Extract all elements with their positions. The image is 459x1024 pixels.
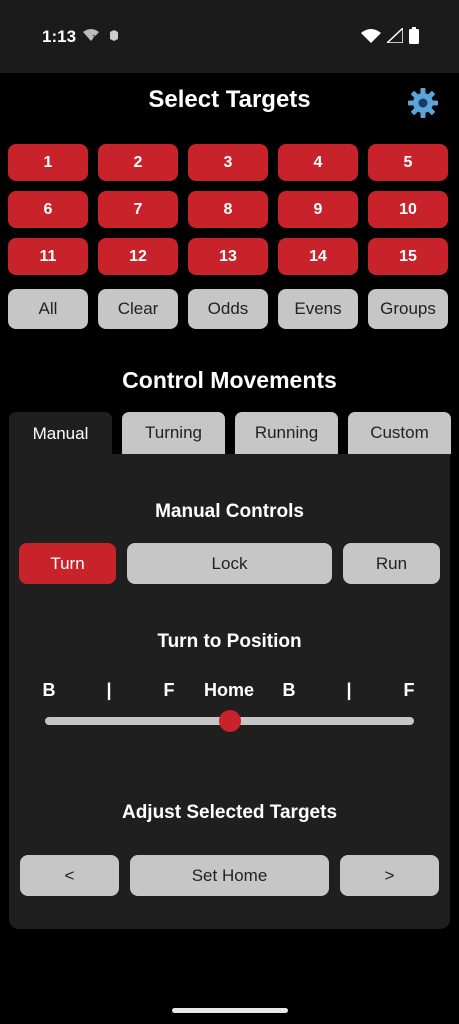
status-icons-right [361, 27, 419, 44]
control-movements-title: Control Movements [122, 367, 337, 393]
status-icons-left: ? [82, 28, 120, 42]
target-button-13[interactable]: 13 [188, 238, 268, 275]
target-button-14[interactable]: 14 [278, 238, 358, 275]
position-label-front-right: F [403, 680, 415, 700]
home-indicator[interactable] [172, 1008, 288, 1013]
control-tabs: Manual Turning Running Custom [9, 412, 451, 455]
status-time: 1:13 [42, 27, 77, 46]
gear-icon [408, 88, 438, 118]
tab-turning[interactable]: Turning [122, 412, 225, 454]
position-label-home: Home [203, 680, 255, 700]
tab-custom[interactable]: Custom [348, 412, 451, 454]
target-button-9[interactable]: 9 [278, 191, 358, 228]
position-label-back-right: B [282, 680, 296, 700]
tab-running[interactable]: Running [235, 412, 338, 454]
target-button-5[interactable]: 5 [368, 144, 448, 181]
target-button-8[interactable]: 8 [188, 191, 268, 228]
target-button-7[interactable]: 7 [98, 191, 178, 228]
target-button-4[interactable]: 4 [278, 144, 358, 181]
cell-signal-icon [387, 28, 403, 43]
position-label-front-left: F [163, 680, 175, 700]
tab-manual[interactable]: Manual [9, 412, 112, 455]
status-bar: 1:13 ? [0, 0, 459, 73]
target-button-6[interactable]: 6 [8, 191, 88, 228]
target-button-1[interactable]: 1 [8, 144, 88, 181]
wifi-question-icon: ? [83, 29, 99, 42]
settings-button[interactable] [406, 86, 440, 120]
odds-button[interactable]: Odds [188, 289, 268, 329]
svg-text:?: ? [92, 34, 96, 42]
clear-button[interactable]: Clear [98, 289, 178, 329]
target-button-15[interactable]: 15 [368, 238, 448, 275]
previous-button[interactable]: < [20, 855, 119, 896]
turn-to-position-heading: Turn to Position [157, 631, 302, 652]
evens-button[interactable]: Evens [278, 289, 358, 329]
group-buttons: All Clear Odds Evens Groups [8, 289, 451, 329]
position-slider-thumb[interactable] [218, 710, 241, 732]
position-label-divider-right: | [346, 680, 352, 700]
set-home-button[interactable]: Set Home [130, 855, 329, 896]
target-button-3[interactable]: 3 [188, 144, 268, 181]
lock-button[interactable]: Lock [127, 543, 332, 584]
groups-button[interactable]: Groups [368, 289, 448, 329]
battery-icon [409, 27, 419, 44]
target-button-12[interactable]: 12 [98, 238, 178, 275]
app-notification-icon [110, 29, 118, 41]
target-grid: 1 2 3 4 5 6 7 8 9 10 11 12 13 14 15 [8, 144, 451, 275]
wifi-icon [361, 29, 381, 43]
adjust-targets-heading: Adjust Selected Targets [121, 802, 338, 823]
target-button-2[interactable]: 2 [98, 144, 178, 181]
next-button[interactable]: > [340, 855, 439, 896]
target-button-10[interactable]: 10 [368, 191, 448, 228]
manual-controls-heading: Manual Controls [155, 501, 304, 522]
page-title: Select Targets [148, 86, 311, 113]
position-label-divider-left: | [106, 680, 112, 700]
run-button[interactable]: Run [343, 543, 440, 584]
all-button[interactable]: All [8, 289, 88, 329]
target-button-11[interactable]: 11 [8, 238, 88, 275]
turn-button[interactable]: Turn [19, 543, 116, 584]
position-label-back-left: B [42, 680, 56, 700]
